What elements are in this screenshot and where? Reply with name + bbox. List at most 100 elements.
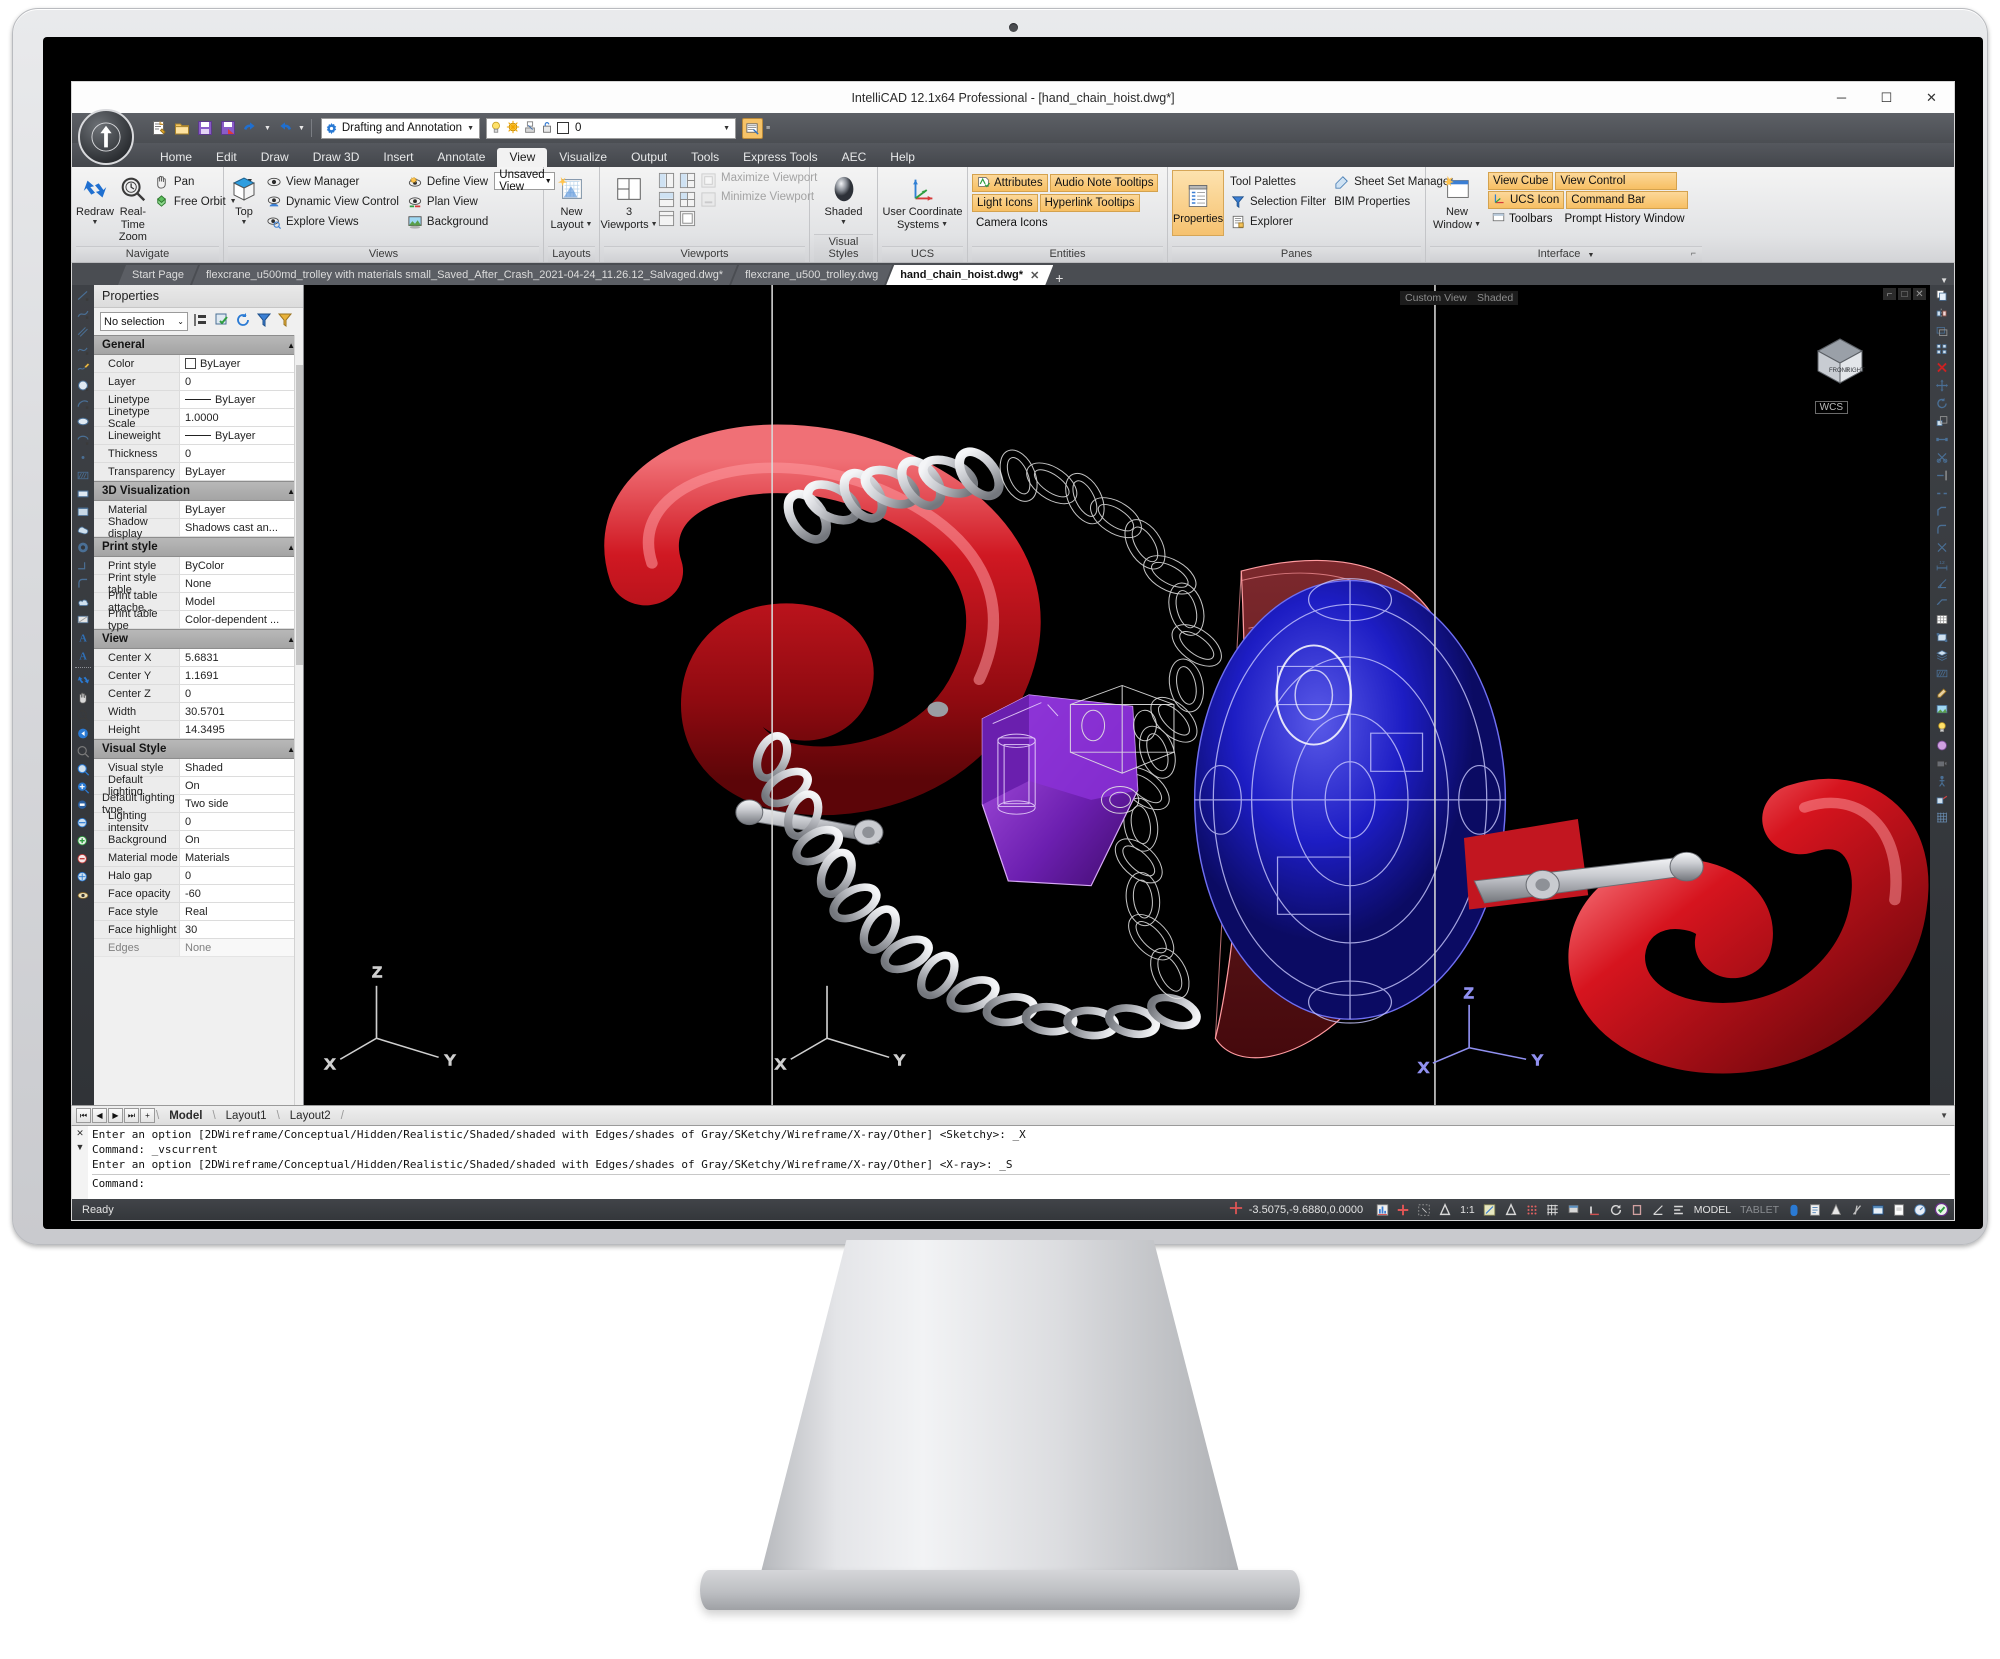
property-row-color[interactable]: Color ByLayer: [94, 355, 303, 373]
hyperlink-tooltips-toggle[interactable]: Hyperlink Tooltips: [1040, 194, 1140, 212]
freehand-sketch-icon[interactable]: [74, 359, 92, 376]
selection-dropdown-caret-icon[interactable]: ⌄: [177, 317, 184, 326]
model-tab[interactable]: Model: [159, 1110, 212, 1122]
move-icon[interactable]: [1933, 377, 1951, 394]
property-row-center-z[interactable]: Center Z 0: [94, 685, 303, 703]
qat-overflow-button[interactable]: ≡: [765, 125, 771, 132]
chart-icon[interactable]: [1373, 1201, 1391, 1218]
ribbon-tab-express-tools[interactable]: Express Tools: [731, 148, 829, 167]
zoom-out-minus-icon[interactable]: [74, 851, 92, 868]
model-3d-view[interactable]: Z Y X Y X Z: [304, 285, 1930, 1105]
redraw-button[interactable]: Redraw ▼: [76, 170, 114, 227]
property-row-background[interactable]: Background On: [94, 831, 303, 849]
rotate-icon[interactable]: [1933, 395, 1951, 412]
layer-freeze-icon[interactable]: [506, 120, 520, 137]
view-control-toggle[interactable]: View Control: [1555, 172, 1677, 190]
array-icon[interactable]: [1933, 341, 1951, 358]
save-as-icon[interactable]: [217, 118, 238, 139]
status-coordinates[interactable]: -3.5075,-9.6880,0.0000: [1249, 1204, 1363, 1216]
properties-section-print-style[interactable]: Print style ▲: [94, 537, 303, 557]
status-scale-label[interactable]: 1:1: [1457, 1204, 1478, 1216]
shaded-style-button[interactable]: Shaded ▼: [816, 170, 872, 227]
polyline-icon[interactable]: [74, 305, 92, 322]
properties-section-3d-visualization[interactable]: 3D Visualization ▲: [94, 481, 303, 501]
clean-screen-icon[interactable]: [1848, 1201, 1866, 1218]
select-all-icon[interactable]: [214, 312, 230, 331]
trim-icon[interactable]: [1933, 449, 1951, 466]
viewport-restore-icon[interactable]: ⌐: [1883, 288, 1896, 300]
donut-icon[interactable]: [74, 539, 92, 556]
explore-views-button[interactable]: Explore Views: [264, 212, 401, 231]
ray-icon[interactable]: [74, 557, 92, 574]
layer-control[interactable]: 0 ▼: [486, 118, 736, 139]
status-tablet-label[interactable]: TABLET: [1737, 1204, 1782, 1216]
doc-tab-hand-chain-hoist[interactable]: hand_chain_hoist.dwg* ✕: [886, 265, 1053, 285]
pan-small-icon[interactable]: [74, 689, 92, 706]
line-icon[interactable]: [74, 287, 92, 304]
viewport-split-horizontal-icon[interactable]: [658, 172, 676, 190]
extend-icon[interactable]: [1933, 467, 1951, 484]
wcs-label[interactable]: WCS: [1815, 401, 1848, 414]
new-window-button[interactable]: New Window ▼: [1430, 170, 1484, 231]
command-bar-close-icon[interactable]: ✕: [76, 1128, 84, 1139]
status-model-label[interactable]: MODEL: [1691, 1204, 1734, 1216]
ribbon-tab-output[interactable]: Output: [619, 148, 679, 167]
ribbon-tab-draw3d[interactable]: Draw 3D: [301, 148, 372, 167]
workspace-selector[interactable]: Drafting and Annotation ▼: [321, 118, 480, 139]
doc-tab-flexcrane-trolley[interactable]: flexcrane_u500_trolley.dwg: [731, 265, 892, 285]
dynamic-ucs-icon[interactable]: [1502, 1201, 1520, 1218]
walk-icon[interactable]: [1933, 773, 1951, 790]
prompt-history-window-button[interactable]: Prompt History Window: [1560, 210, 1688, 228]
properties-section-visual-style[interactable]: Visual Style ▲: [94, 739, 303, 759]
break-icon[interactable]: [1933, 485, 1951, 502]
viewports-count-button[interactable]: 3 Viewports ▼: [604, 170, 654, 231]
hatch-edit-icon[interactable]: [1933, 665, 1951, 682]
layer-manager-icon[interactable]: [1933, 647, 1951, 664]
layer-properties-icon[interactable]: [742, 118, 763, 139]
viewport-split-vertical-icon[interactable]: [658, 191, 676, 209]
lock-icon[interactable]: [1890, 1201, 1908, 1218]
audio-note-tooltips-toggle[interactable]: Audio Note Tooltips: [1050, 174, 1159, 192]
view-cube-toggle[interactable]: View Cube: [1488, 172, 1553, 190]
background-button[interactable]: Background: [405, 212, 490, 231]
viewport-split-four-icon[interactable]: [679, 191, 697, 209]
viewports-caret-icon[interactable]: ▼: [651, 221, 658, 229]
model-tab-scroll-caret-icon[interactable]: ▼: [1940, 1111, 1954, 1120]
osnap-icon[interactable]: [1436, 1201, 1454, 1218]
layout2-tab[interactable]: Layout2: [280, 1110, 341, 1122]
new-layout-caret-icon[interactable]: ▼: [586, 221, 593, 229]
dynamic-view-control-button[interactable]: Dynamic View Control: [264, 192, 401, 211]
properties-pane-button[interactable]: Properties: [1172, 170, 1224, 236]
properties-section-view[interactable]: View ▲: [94, 629, 303, 649]
interface-dialog-launcher-icon[interactable]: ⌐: [1691, 248, 1696, 258]
light-icons-toggle[interactable]: Light Icons: [972, 194, 1038, 212]
named-views-icon[interactable]: [74, 887, 92, 904]
property-value-lineweight[interactable]: ByLayer: [180, 427, 303, 444]
redo-icon[interactable]: [274, 118, 295, 139]
ucs-caret-icon[interactable]: ▼: [941, 221, 948, 229]
chamfer-icon[interactable]: [1933, 503, 1951, 520]
undo-icon[interactable]: [240, 118, 261, 139]
scale-icon[interactable]: [1481, 1201, 1499, 1218]
ribbon-tab-aec[interactable]: AEC: [830, 148, 879, 167]
ucs-icon-toggle[interactable]: UCS Icon: [1488, 191, 1564, 209]
ellipse-icon[interactable]: [74, 413, 92, 430]
top-view-button[interactable]: Top ▼: [228, 170, 260, 227]
spline-icon[interactable]: [74, 341, 92, 358]
properties-scrollbar[interactable]: [294, 335, 303, 1105]
property-row-center-x[interactable]: Center X 5.6831: [94, 649, 303, 667]
grid-snap-icon[interactable]: [1933, 809, 1951, 826]
viewport-style-label[interactable]: Shaded: [1472, 291, 1518, 305]
zoom-in-icon[interactable]: [74, 779, 92, 796]
property-value-color[interactable]: ByLayer: [180, 355, 303, 372]
offset-icon[interactable]: [1933, 323, 1951, 340]
layer-on-icon[interactable]: [489, 120, 503, 137]
zoom-extents-icon[interactable]: [74, 761, 92, 778]
redraw-caret-icon[interactable]: ▼: [91, 219, 98, 227]
snap-grid-icon[interactable]: [1523, 1201, 1541, 1218]
hardware-accel-icon[interactable]: [1827, 1201, 1845, 1218]
doc-tab-flexcrane-salvaged[interactable]: flexcrane_u500md_trolley with materials …: [192, 265, 737, 285]
plan-view-button[interactable]: Plan View: [405, 192, 490, 211]
first-tab-button[interactable]: ⏮: [76, 1108, 91, 1123]
last-tab-button[interactable]: ⏭: [124, 1108, 139, 1123]
